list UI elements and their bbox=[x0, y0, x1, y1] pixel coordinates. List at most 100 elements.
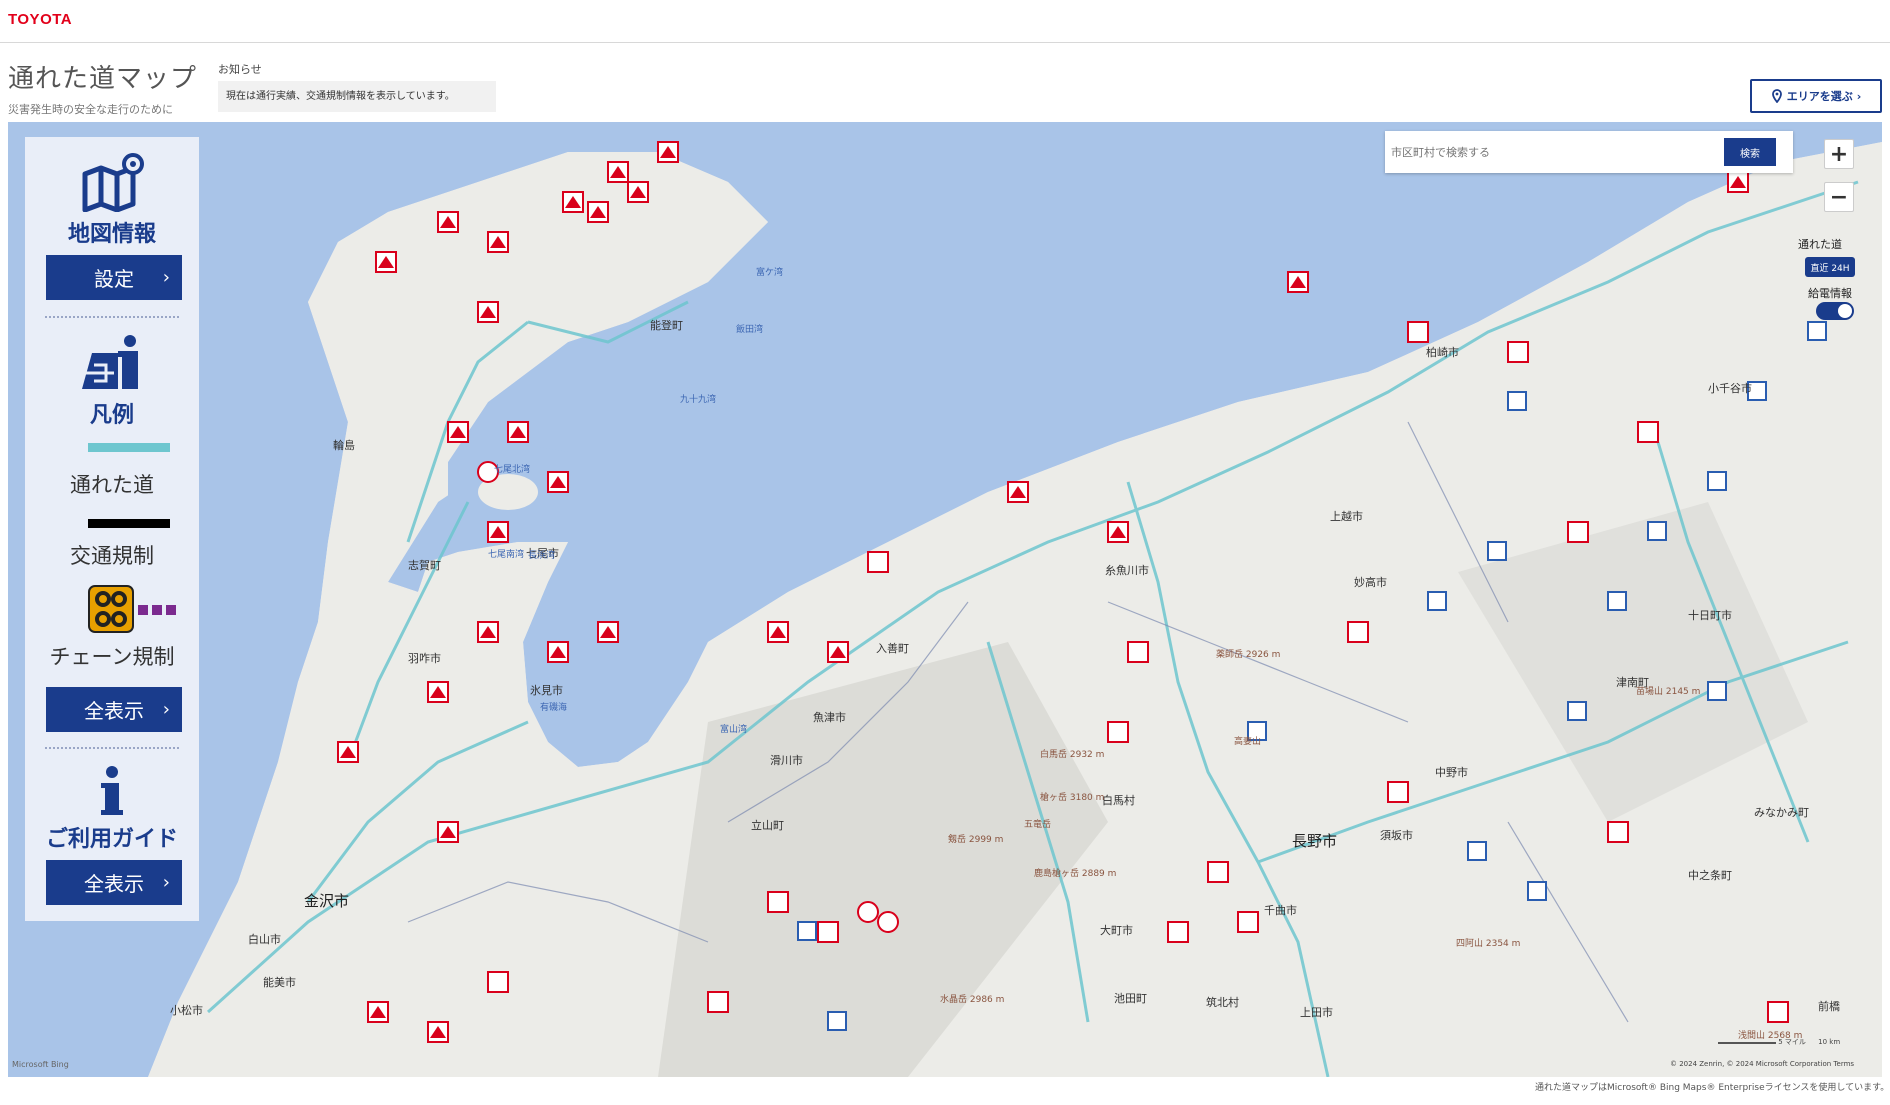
place-label: 小千谷市 bbox=[1708, 382, 1752, 395]
place-label: 柏崎市 bbox=[1426, 346, 1459, 359]
mountain-label: 鹿島槍ヶ岳 2889 m bbox=[1034, 869, 1117, 879]
toyota-logo[interactable]: TOYOTA bbox=[8, 11, 72, 28]
sea-label: 富ケ湾 bbox=[756, 268, 784, 278]
divider bbox=[45, 747, 179, 749]
location-pin-icon bbox=[1771, 89, 1782, 103]
recent-24h-toggle[interactable]: 直近 24H bbox=[1805, 257, 1855, 277]
legend-item-passable: 通れた道 bbox=[25, 469, 199, 499]
settings-button-label: 設定 bbox=[94, 267, 134, 291]
search-button[interactable]: 検索 bbox=[1724, 138, 1776, 166]
place-label: 白山市 bbox=[248, 933, 281, 946]
place-label: 氷見市 bbox=[530, 684, 563, 697]
scale-km-label: 10 km bbox=[1818, 1038, 1841, 1046]
place-label: 小松市 bbox=[170, 1004, 203, 1017]
legend-section: 凡例 bbox=[25, 333, 199, 429]
place-label: 魚津市 bbox=[813, 711, 846, 724]
place-label: 能美市 bbox=[263, 976, 296, 989]
folded-map-gear-icon bbox=[82, 153, 144, 213]
place-label: 前橋 bbox=[1818, 1000, 1840, 1013]
place-label: 中野市 bbox=[1435, 766, 1468, 779]
place-label: 立山町 bbox=[751, 819, 784, 832]
place-label: 千曲市 bbox=[1264, 904, 1297, 917]
chevron-right-icon: › bbox=[1856, 89, 1862, 103]
map-info-settings-button[interactable]: 設定 › bbox=[46, 255, 182, 300]
select-area-label: エリアを選ぶ bbox=[1786, 90, 1853, 103]
search-input[interactable] bbox=[1385, 131, 1715, 173]
place-label: 上田市 bbox=[1300, 1006, 1333, 1019]
legend-swatch-passable bbox=[88, 443, 170, 452]
place-label: 羽咋市 bbox=[408, 652, 441, 665]
sea-label: 飯田湾 bbox=[736, 325, 764, 335]
sea-label: 長浜湾 bbox=[528, 551, 556, 561]
scale-miles-label: 5 マイル bbox=[1778, 1038, 1806, 1046]
footer-license-note: 通れた道マップはMicrosoft® Bing Maps® Enterprise… bbox=[1535, 1083, 1890, 1093]
mountain-label: 水晶岳 2986 m bbox=[940, 995, 1005, 1005]
mountain-label: 剱岳 2999 m bbox=[948, 835, 1004, 845]
legend-title: 凡例 bbox=[89, 403, 134, 428]
mountain-label: 高妻山 bbox=[1234, 737, 1262, 747]
zoom-out-button[interactable]: − bbox=[1824, 182, 1854, 212]
chevron-right-icon: › bbox=[162, 872, 170, 893]
mountain-label: 薬師岳 2926 m bbox=[1216, 650, 1281, 660]
sea-label: 九十九湾 bbox=[680, 395, 717, 405]
place-label: 金沢市 bbox=[304, 892, 350, 910]
map-info-section: 地図情報 bbox=[25, 152, 199, 248]
chevron-right-icon: › bbox=[162, 267, 170, 288]
show-all-label: 全表示 bbox=[84, 872, 144, 896]
mountain-label: 槍ヶ岳 3180 m bbox=[1040, 793, 1105, 803]
map[interactable]: 能登町 輪島 七尾市 志賀町 羽咋市 氷見市 魚津市 滑川市 立山町 金沢市 白… bbox=[8, 122, 1882, 1077]
place-label: 長野市 bbox=[1292, 832, 1338, 850]
notice-label: お知らせ bbox=[218, 63, 262, 76]
place-label: 池田町 bbox=[1114, 992, 1147, 1005]
place-label: 入善町 bbox=[876, 642, 909, 655]
place-label: みなかみ町 bbox=[1754, 806, 1809, 819]
zoom-in-button[interactable]: + bbox=[1824, 139, 1854, 169]
bing-attribution: Microsoft Bing bbox=[12, 1060, 69, 1069]
map-copyright[interactable]: © 2024 Zenrin, © 2024 Microsoft Corporat… bbox=[1670, 1060, 1854, 1068]
power-supply-toggle[interactable] bbox=[1816, 302, 1854, 320]
place-label: 大町市 bbox=[1100, 924, 1133, 937]
place-label: 白馬村 bbox=[1102, 794, 1135, 807]
side-panel: 地図情報 設定 › 凡例 通れた道 交通規制 チェーン規制 全表示 › ご利用ガ… bbox=[25, 137, 199, 921]
legend-label: 通れた道 bbox=[70, 473, 154, 497]
legend-item-regulation: 交通規制 bbox=[25, 540, 199, 570]
place-label: 志賀町 bbox=[408, 559, 441, 572]
legend-swatch-regulation bbox=[88, 519, 170, 528]
place-label: 須坂市 bbox=[1380, 829, 1413, 842]
sea-label: 七尾北湾 bbox=[494, 465, 531, 475]
page-title-block: 通れた道マップ 災害発生時の安全な走行のために bbox=[8, 58, 197, 117]
mountain-label: 四阿山 2354 m bbox=[1456, 939, 1521, 949]
place-label: 糸魚川市 bbox=[1105, 564, 1149, 577]
chain-icon bbox=[88, 585, 176, 633]
guide-show-all-button[interactable]: 全表示 › bbox=[46, 860, 182, 905]
place-label: 妙高市 bbox=[1354, 576, 1387, 589]
legend-label: 交通規制 bbox=[70, 544, 154, 568]
legend-book-icon bbox=[82, 335, 138, 389]
power-supply-layer-label: 給電情報 bbox=[1808, 287, 1852, 300]
map-info-title: 地図情報 bbox=[67, 222, 156, 247]
legend-show-all-button[interactable]: 全表示 › bbox=[46, 687, 182, 732]
place-label: 滑川市 bbox=[770, 754, 803, 767]
sea-label: 富山湾 bbox=[720, 725, 748, 735]
notice-box: 現在は通行実績、交通規制情報を表示しています。 bbox=[218, 81, 496, 112]
place-label: 上越市 bbox=[1330, 510, 1363, 523]
legend-label: チェーン規制 bbox=[49, 645, 175, 669]
municipality-search: 検索 bbox=[1385, 131, 1793, 173]
place-label: 輪島 bbox=[333, 439, 355, 452]
top-bar: TOYOTA bbox=[0, 0, 1890, 43]
place-label: 能登町 bbox=[650, 319, 683, 332]
place-label: 中之条町 bbox=[1688, 869, 1732, 882]
mountain-label: 苗場山 2145 m bbox=[1636, 687, 1701, 697]
page-subtitle: 災害発生時の安全な走行のために bbox=[8, 103, 173, 116]
mountain-label: 白馬岳 2932 m bbox=[1040, 750, 1105, 760]
show-all-label: 全表示 bbox=[84, 699, 144, 723]
chevron-right-icon: › bbox=[162, 699, 170, 720]
guide-title: ご利用ガイド bbox=[45, 827, 178, 852]
scale-bar-miles bbox=[1718, 1042, 1776, 1044]
sea-label: 有磯海 bbox=[540, 703, 568, 713]
map-base bbox=[8, 122, 1882, 1077]
place-label: 十日町市 bbox=[1688, 609, 1732, 622]
map-scale: 5 マイル 10 km bbox=[1718, 1037, 1858, 1047]
select-area-button[interactable]: エリアを選ぶ › bbox=[1750, 79, 1882, 113]
legend-item-chain: チェーン規制 bbox=[25, 641, 199, 671]
